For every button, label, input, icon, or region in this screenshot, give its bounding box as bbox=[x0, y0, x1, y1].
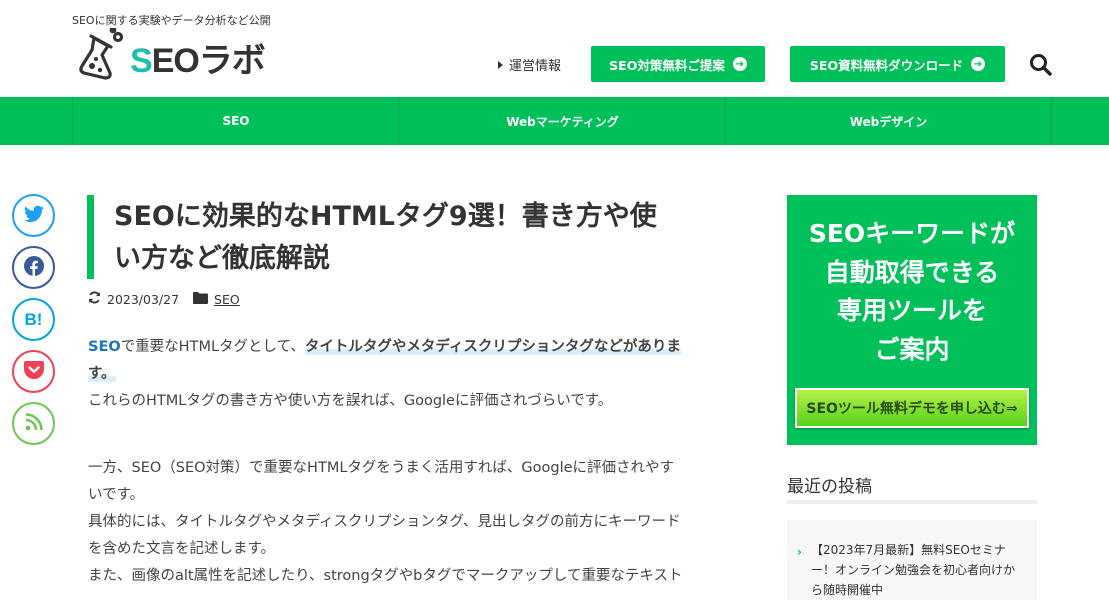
site-header: SEOに関する実験やデータ分析など公開 SEOラボ 運営情報 SEO対策無料ご提… bbox=[0, 0, 1109, 97]
logo-text: SEOラボ bbox=[130, 41, 266, 80]
article-paragraph: また、画像のalt属性を記述したり、strongタグやbタグでマークアップして重… bbox=[88, 568, 683, 584]
site-logo[interactable]: SEOラボ bbox=[72, 26, 266, 86]
article-meta: 2023/03/27 SEO bbox=[88, 291, 240, 307]
triangle-right-icon bbox=[498, 60, 503, 69]
share-twitter-button[interactable] bbox=[12, 194, 55, 237]
flask-icon bbox=[72, 26, 126, 86]
facebook-icon bbox=[23, 255, 44, 280]
rss-icon bbox=[25, 412, 43, 435]
twitter-icon bbox=[23, 205, 44, 227]
arrow-circle-right-icon: ➔ bbox=[971, 57, 986, 71]
free-proposal-label: SEO対策無料ご提案 bbox=[609, 57, 725, 73]
arrow-circle-right-icon: ➔ bbox=[732, 57, 747, 71]
free-download-button[interactable]: SEO資料無料ダウンロード ➔ bbox=[790, 46, 1005, 82]
article-category-link[interactable]: SEO bbox=[214, 292, 240, 307]
demo-request-button[interactable]: SEOツール無料デモを申し込む⇒ bbox=[795, 388, 1029, 428]
free-download-label: SEO資料無料ダウンロード bbox=[809, 57, 964, 73]
recent-posts-heading: 最近の投稿 bbox=[787, 477, 872, 497]
title-accent-bar bbox=[87, 195, 94, 279]
share-pocket-button[interactable] bbox=[12, 350, 55, 393]
article-title: SEOに効果的なHTMLタグ9選！書き方や使 い方など徹底解説 bbox=[114, 201, 657, 274]
share-facebook-button[interactable] bbox=[12, 246, 55, 289]
free-proposal-button[interactable]: SEO対策無料ご提案 ➔ bbox=[591, 46, 765, 82]
chevron-right-icon: › bbox=[797, 545, 802, 559]
recent-post-link[interactable]: › 【2023年7月最新】無料SEOセミナー！オンライン勉強会を初心者向けから随… bbox=[797, 540, 1016, 600]
banner-headline: SEOキーワードが 自動取得できる 専用ツールを ご案内 bbox=[808, 219, 1016, 364]
share-hatena-button[interactable]: B! bbox=[12, 298, 55, 341]
article-paragraph: 具体的には、タイトルタグやメタディスクリプションタグ、見出しタグの前方にキーワー… bbox=[88, 514, 681, 557]
seo-tool-banner[interactable]: SEOキーワードが 自動取得できる 専用ツールを ご案内 SEOツール無料デモを… bbox=[787, 195, 1037, 445]
article-paragraph: 一方、SEO（SEO対策）で重要なHTMLタグをうまく活用すれば、Googleに… bbox=[88, 460, 675, 503]
global-nav: SEO Webマーケティング Webデザイン bbox=[0, 97, 1109, 145]
share-feed-button[interactable] bbox=[12, 402, 55, 445]
nav-item-web-design[interactable]: Webデザイン bbox=[725, 97, 1052, 145]
pocket-icon bbox=[23, 360, 44, 383]
about-link[interactable]: 運営情報 bbox=[498, 55, 561, 74]
site-tagline: SEOに関する実験やデータ分析など公開 bbox=[72, 14, 271, 27]
hatena-bookmark-icon: B! bbox=[24, 309, 43, 329]
nav-item-web-marketing[interactable]: Webマーケティング bbox=[398, 97, 726, 145]
article-paragraph-intro: SEOで重要なHTMLタグとして、タイトルタグやメタディスクリプションタグなどが… bbox=[88, 339, 681, 382]
recent-posts-list: › 【2023年7月最新】無料SEOセミナー！オンライン勉強会を初心者向けから随… bbox=[787, 520, 1037, 600]
highlight-text: す。 bbox=[88, 366, 116, 382]
about-link-label: 運営情報 bbox=[509, 59, 562, 74]
seo-term-link[interactable]: SEO bbox=[88, 339, 121, 355]
folder-icon bbox=[193, 291, 209, 307]
nav-item-seo[interactable]: SEO bbox=[72, 97, 399, 145]
refresh-icon bbox=[88, 291, 101, 307]
article-date: 2023/03/27 bbox=[107, 291, 180, 307]
search-icon[interactable] bbox=[1028, 52, 1054, 78]
article-paragraph: これらのHTMLタグの書き方や使い方を誤れば、Googleに評価されづらいです。 bbox=[88, 393, 613, 409]
highlight-text: タイトルタグやメタディスクリプションタグなどがありま bbox=[304, 339, 681, 355]
divider bbox=[787, 500, 1037, 504]
